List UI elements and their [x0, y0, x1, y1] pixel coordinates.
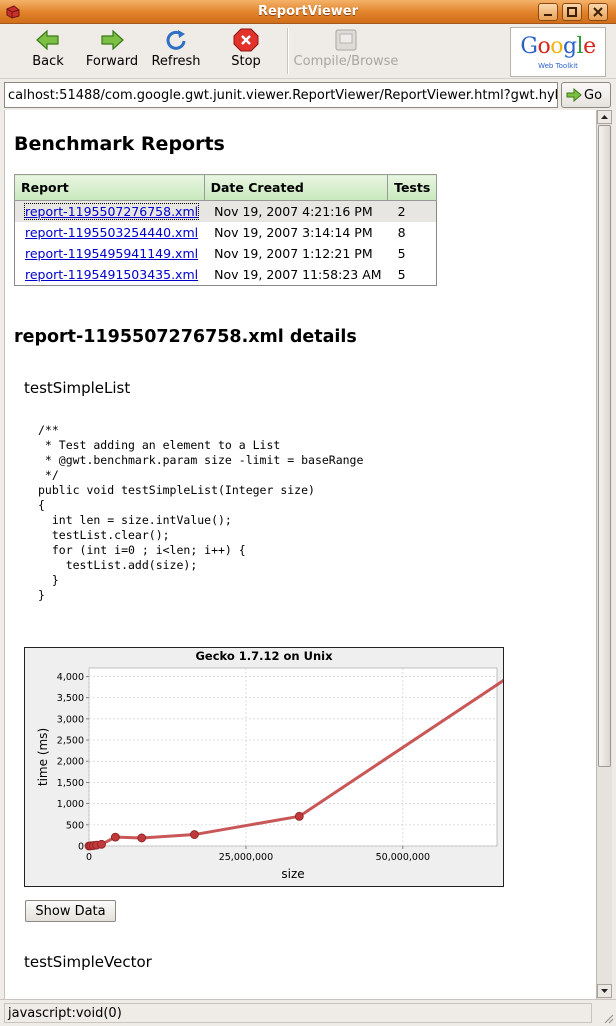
- compile-icon: [335, 29, 357, 51]
- date-cell: Nov 19, 2007 11:58:23 AM: [214, 267, 382, 282]
- x-tick-label: 50,000,000: [376, 852, 430, 863]
- tests-cell: 5: [397, 267, 406, 282]
- scroll-up-icon: [601, 115, 608, 119]
- address-row: calhost:51488/com.google.gwt.junit.viewe…: [0, 79, 616, 109]
- y-tick-label: 3,500: [57, 693, 84, 704]
- table-row[interactable]: report-1195503254440.xml Nov 19, 2007 3:…: [15, 222, 437, 243]
- x-tick-label: 25,000,000: [219, 852, 273, 863]
- date-cell: Nov 19, 2007 3:14:14 PM: [214, 225, 373, 240]
- y-tick-label: 1,000: [57, 799, 84, 810]
- close-icon: [593, 7, 603, 17]
- stop-button[interactable]: Stop: [226, 28, 266, 74]
- report-link[interactable]: report-1195507276758.xml: [23, 203, 200, 220]
- benchmark-chart: Gecko 1.7.12 on Unix 0 500 1,000 1,500 2,000 2…: [24, 647, 514, 887]
- table-row[interactable]: report-1195507276758.xml Nov 19, 2007 4:…: [14, 200, 437, 222]
- x-axis-label: size: [281, 867, 304, 881]
- forward-button[interactable]: Forward: [84, 28, 140, 74]
- page-title: Benchmark Reports: [14, 133, 225, 155]
- data-point: [110, 832, 120, 842]
- maximize-icon: [567, 7, 577, 17]
- y-tick-label: 4,000: [57, 672, 84, 683]
- gwt-logo: Google Web Toolkit: [510, 27, 606, 77]
- tests-cell: 5: [397, 246, 406, 261]
- chart-svg: Gecko 1.7.12 on Unix 0 500 1,000 1,500 2,000 2…: [25, 648, 514, 886]
- window-title: ReportViewer: [257, 4, 359, 19]
- table-row[interactable]: report-1195495941149.xml Nov 19, 2007 1:…: [15, 243, 437, 264]
- show-data-button[interactable]: Show Data: [25, 900, 116, 922]
- url-input[interactable]: calhost:51488/com.google.gwt.junit.viewe…: [4, 82, 558, 108]
- scroll-down-button[interactable]: [597, 984, 612, 998]
- minimize-button[interactable]: [538, 3, 558, 21]
- go-label: Go: [584, 88, 603, 103]
- refresh-button[interactable]: Refresh: [150, 28, 202, 74]
- report-link[interactable]: report-1195503254440.xml: [25, 225, 198, 240]
- forward-label: Forward: [85, 54, 139, 69]
- y-tick-label: 1,500: [57, 778, 84, 789]
- table-row[interactable]: report-1195491503435.xml Nov 19, 2007 11…: [15, 264, 437, 286]
- x-tick-label: 0: [86, 852, 92, 863]
- window-title-bar[interactable]: ReportViewer: [0, 0, 616, 24]
- vertical-scrollbar[interactable]: [596, 110, 612, 999]
- y-tick-label: 500: [66, 820, 84, 831]
- data-point: [294, 811, 304, 821]
- details-heading: report-1195507276758.xml details: [14, 327, 357, 347]
- back-label: Back: [32, 54, 64, 69]
- refresh-icon: [166, 30, 186, 50]
- y-tick-label: 0: [78, 842, 84, 853]
- test-name: testSimpleVector: [24, 953, 152, 971]
- compile-label: Compile/Browse: [293, 54, 399, 69]
- scroll-down-icon: [601, 989, 608, 993]
- tests-cell: 2: [387, 200, 437, 222]
- y-tick-label: 3,000: [57, 714, 84, 725]
- logo-subtext: Web Toolkit: [538, 62, 578, 70]
- scroll-thumb[interactable]: [598, 125, 611, 767]
- test-name: testSimpleList: [24, 379, 131, 397]
- status-text: javascript:void(0): [4, 1003, 592, 1023]
- stop-icon: [233, 28, 259, 52]
- date-cell: Nov 19, 2007 4:21:16 PM: [204, 200, 388, 222]
- data-point: [190, 830, 199, 839]
- maximize-button[interactable]: [562, 3, 582, 21]
- back-button[interactable]: Back: [24, 28, 72, 74]
- scroll-up-button[interactable]: [597, 110, 612, 124]
- close-button[interactable]: [588, 3, 608, 21]
- date-cell: Nov 19, 2007 1:12:21 PM: [214, 246, 373, 261]
- data-point: [137, 833, 147, 843]
- table-header-row: Report Date Created Tests: [14, 174, 438, 201]
- report-link[interactable]: report-1195491503435.xml: [25, 267, 198, 282]
- y-tick-label: 2,000: [57, 757, 84, 768]
- tests-cell: 8: [397, 225, 406, 240]
- go-button[interactable]: Go: [561, 82, 611, 108]
- column-header-tests[interactable]: Tests: [387, 174, 438, 201]
- data-point: [97, 839, 106, 849]
- plot-area: [88, 667, 498, 847]
- minimize-icon: [544, 14, 552, 16]
- report-link[interactable]: report-1195495941149.xml: [25, 246, 198, 261]
- test-source-code: /** * Test adding an element to a List *…: [38, 423, 364, 602]
- reports-table: Report Date Created Tests report-1195507…: [14, 174, 438, 286]
- resize-grip-icon[interactable]: [602, 1012, 614, 1024]
- report-content[interactable]: Benchmark Reports Report Date Created Te…: [4, 110, 596, 999]
- refresh-label: Refresh: [151, 54, 201, 69]
- back-arrow-icon: [36, 29, 59, 51]
- go-arrow-icon: [566, 88, 582, 102]
- toolbar-separator: [287, 28, 289, 74]
- stop-label: Stop: [231, 54, 261, 69]
- column-header-date[interactable]: Date Created: [203, 174, 389, 201]
- toolbar: Back Forward Refresh Stop Compile/Browse…: [0, 24, 616, 79]
- logo-text: Google: [520, 34, 596, 59]
- status-bar: javascript:void(0): [0, 999, 616, 1026]
- forward-arrow-icon: [101, 29, 124, 51]
- y-tick-label: 2,500: [57, 736, 84, 747]
- chart-title: Gecko 1.7.12 on Unix: [195, 649, 333, 663]
- column-header-report[interactable]: Report: [14, 174, 205, 201]
- y-axis-label: time (ms): [36, 728, 50, 786]
- compile-browse-button[interactable]: Compile/Browse: [293, 28, 399, 74]
